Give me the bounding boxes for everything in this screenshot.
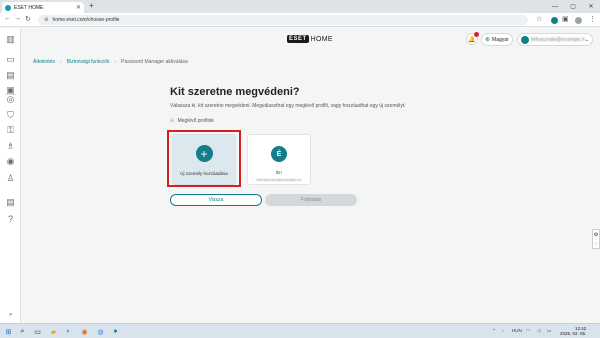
profile-email: felhasznalo@example.hu	[256, 177, 302, 182]
existing-profiles-label: ⚇ Meglévő profilok	[170, 118, 214, 124]
browser-menu-icon[interactable]: ⋮	[589, 15, 596, 23]
tab-close-icon[interactable]: ✕	[76, 4, 81, 11]
network-tray-icon[interactable]: ◠	[526, 328, 530, 334]
extensions-puzzle-icon[interactable]: ▣	[562, 15, 569, 23]
key-icon[interactable]: ⚿	[5, 125, 16, 136]
continue-button[interactable]: Folytatás	[265, 194, 357, 206]
logo-text: HOME	[310, 35, 333, 43]
browser-tab[interactable]: ESET HOME ✕	[2, 2, 84, 13]
reload-icon[interactable]: ↻	[25, 15, 31, 23]
account-menu[interactable]: felhasznalo@example.hu ⌄	[517, 33, 593, 46]
devices-icon[interactable]: ▭	[5, 54, 16, 65]
chrome-icon[interactable]: ◍	[96, 327, 105, 336]
account-email: felhasznalo@example.hu	[531, 36, 585, 43]
subscriptions-icon[interactable]: ▤	[5, 70, 16, 81]
user-circle-icon[interactable]: ◉	[5, 156, 16, 167]
task-view-icon[interactable]: ▭	[33, 327, 42, 336]
avatar	[521, 35, 529, 44]
site-info-icon[interactable]: ⚙	[44, 17, 48, 23]
search-icon[interactable]: ⌕	[18, 327, 27, 336]
breadcrumb: Áttekintés › Biztonsági funkciók › Passw…	[33, 59, 188, 65]
maximize-button[interactable]: ▢	[564, 0, 582, 13]
dashboard-icon[interactable]: ▥	[5, 34, 16, 45]
close-window-button[interactable]: ✕	[582, 0, 600, 13]
security-icon[interactable]: ◎	[5, 94, 16, 105]
help-icon[interactable]: ?	[5, 213, 16, 224]
url-text: home.eset.com/choose-profile	[52, 17, 120, 23]
eset-home-logo[interactable]: ESET HOME	[287, 35, 333, 43]
globe-icon: ⊕	[485, 37, 491, 43]
breadcrumb-overview[interactable]: Áttekintés	[33, 59, 55, 65]
page-subtitle: Válassza ki, kit szeretne megvédeni. Meg…	[170, 103, 406, 109]
logo-mark: ESET	[287, 35, 309, 43]
file-explorer-icon[interactable]: ▰	[49, 327, 58, 336]
forward-arrow-icon[interactable]: →	[14, 15, 21, 22]
my-profile-card[interactable]: É Én felhasznalo@example.hu	[247, 134, 311, 185]
firefox-icon[interactable]: ◉	[80, 327, 89, 336]
eset-app-icon[interactable]: ●	[111, 327, 120, 336]
page-title: Kit szeretne megvédeni?	[170, 86, 300, 98]
windows-start-icon[interactable]: ⊞	[4, 327, 13, 336]
language-label: Magyar	[492, 36, 509, 43]
chat-icon: ◌	[594, 240, 598, 247]
chevron-right-icon: ›	[114, 59, 117, 65]
volume-icon[interactable]: ◁	[537, 328, 540, 334]
url-bar[interactable]: ⚙ home.eset.com/choose-profile	[38, 15, 528, 25]
system-clock[interactable]: 12:42 2025. 02. 05.	[560, 326, 586, 336]
chevron-down-icon: ⌄	[584, 36, 589, 43]
chevron-right-icon: ›	[59, 59, 62, 65]
minimize-button[interactable]: —	[546, 0, 564, 13]
new-tab-button[interactable]: +	[89, 1, 94, 10]
address-toolbar: ← → ↻ ⚙ home.eset.com/choose-profile ☆ ▣…	[0, 13, 600, 27]
expand-sidebar-icon[interactable]: »	[5, 309, 16, 320]
section-label-text: Meglévő profilok	[177, 118, 214, 124]
tab-title: ESET HOME	[14, 4, 44, 11]
window-controls: — ▢ ✕	[546, 0, 600, 13]
bookmark-star-icon[interactable]: ☆	[536, 15, 542, 23]
selection-highlight	[167, 130, 241, 187]
edge-icon[interactable]: ◐	[64, 327, 73, 336]
family-icon[interactable]: ♗	[5, 141, 16, 152]
windows-taskbar: ⊞ ⌕ ▭ ▰ ◐ ◉ ◍ ● ⌃ ▫ HUN ◠ ◁ ▭ 12:42 2025…	[0, 323, 600, 338]
breadcrumb-current: Password Manager aktiválása	[121, 59, 188, 65]
profile-avatar: É	[271, 146, 287, 162]
profile-name: Én	[276, 170, 282, 175]
tray-apps-icon[interactable]: ▫	[502, 328, 504, 333]
notification-badge	[474, 32, 479, 37]
back-button[interactable]: Vissza	[170, 194, 262, 206]
shield-icon[interactable]: ⛉	[5, 110, 16, 121]
notifications-button[interactable]: 🔔	[466, 32, 479, 45]
network-icon[interactable]: ♙	[5, 173, 16, 184]
tray-chevron-icon[interactable]: ⌃	[492, 328, 496, 334]
extension-icon[interactable]	[551, 17, 558, 24]
profile-icon[interactable]	[575, 17, 582, 24]
battery-icon[interactable]: ▭	[547, 328, 551, 334]
language-indicator[interactable]: HUN	[512, 328, 522, 333]
eset-favicon-icon	[5, 4, 11, 11]
browser-tab-strip: ESET HOME ✕ + — ▢ ✕	[0, 0, 600, 13]
clock-date: 2025. 02. 05.	[560, 331, 587, 336]
breadcrumb-security-features[interactable]: Biztonsági funkciók	[67, 59, 110, 65]
side-widget[interactable]: ⚙ ◌	[592, 229, 600, 249]
side-navigation: ▥ ▭ ▤ ▣ ◎ ⛉ ⚿ ♗ ◉ ♙ ▤ ? »	[0, 28, 21, 323]
people-icon: ⚇	[170, 118, 175, 124]
language-selector[interactable]: ⊕ Magyar	[481, 33, 513, 46]
back-arrow-icon[interactable]: ←	[4, 15, 11, 22]
gear-icon: ⚙	[593, 231, 599, 238]
feedback-icon[interactable]: ▤	[5, 197, 16, 208]
